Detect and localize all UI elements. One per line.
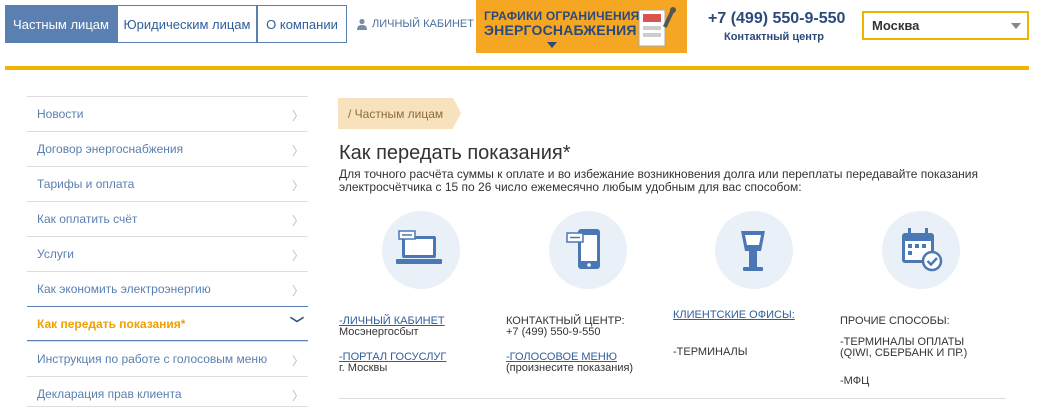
content-divider [339, 398, 1006, 399]
phone-number[interactable]: +7 (499) 550-9-550 [708, 10, 845, 28]
terminal-icon [715, 211, 793, 289]
chevron-down-icon: ﹀ [290, 316, 304, 332]
method-text: г. Москвы [339, 362, 388, 374]
chevron-right-icon: 〉 [291, 179, 304, 193]
method-text: Мосэнергосбыт [339, 326, 419, 338]
method-text: (произнесите показания) [506, 362, 634, 374]
chevron-right-icon: 〉 [291, 354, 304, 368]
sidebar-item-voice-menu-guide[interactable]: Инструкция по работе с голосовым меню 〉 [27, 341, 308, 376]
method-title: Прочие способы: [840, 315, 950, 327]
header-divider [5, 66, 1029, 70]
tab-private-persons[interactable]: Частным лицам [5, 5, 117, 43]
laptop-icon [382, 211, 460, 289]
intro-text: Для точного расчёта суммы к оплате и во … [339, 167, 978, 194]
banner-line-1: Графики ограничения [484, 9, 640, 23]
sidebar-item-label: Новости [37, 107, 84, 121]
sidebar-item-how-to-pay[interactable]: Как оплатить счёт 〉 [27, 201, 308, 236]
chevron-right-icon: 〉 [291, 144, 304, 158]
sidebar-item-label: Тарифы и оплата [37, 177, 135, 191]
sidebar-item-label: Инструкция по работе с голосовым меню [37, 352, 268, 366]
client-offices-link[interactable]: Клиентские офисы: [673, 309, 795, 321]
sidebar-item-label: Услуги [37, 247, 74, 261]
calendar-icon [882, 211, 960, 289]
sidebar-menu: Новости 〉 Договор энергоснабжения 〉 Тари… [27, 96, 308, 411]
sidebar-divider [27, 406, 308, 407]
sidebar-item-contract[interactable]: Договор энергоснабжения 〉 [27, 131, 308, 166]
method-text: (QIWI, СБЕРБАНК И ПР.) [840, 347, 968, 359]
outage-schedule-banner[interactable]: Графики ограничения энергоснабжения [476, 0, 687, 53]
sidebar-item-label: Как экономить электроэнергию [37, 282, 211, 296]
sidebar-item-tariffs[interactable]: Тарифы и оплата 〉 [27, 166, 308, 201]
chevron-right-icon: 〉 [291, 389, 304, 403]
banner-line-2: энергоснабжения [484, 22, 637, 38]
chevron-down-icon [1011, 23, 1021, 29]
sidebar-item-save-energy[interactable]: Как экономить электроэнергию 〉 [27, 271, 308, 306]
method-text: +7 (499) 550-9-550 [506, 326, 601, 338]
city-select[interactable]: Москва [862, 11, 1029, 40]
sidebar-item-services[interactable]: Услуги 〉 [27, 236, 308, 271]
chevron-right-icon: 〉 [291, 109, 304, 123]
switchboard-icon [638, 7, 676, 47]
sidebar-item-label: Как передать показания* [37, 316, 186, 331]
breadcrumb[interactable]: / Частным лицам [338, 98, 462, 129]
method-text: -Терминалы [673, 346, 748, 358]
sidebar-item-label: Договор энергоснабжения [37, 142, 184, 156]
banner-text: Графики ограничения энергоснабжения [484, 9, 639, 37]
chevron-down-icon [547, 42, 557, 48]
user-icon [357, 18, 367, 30]
personal-cabinet-link[interactable]: ЛИЧНЫЙ КАБИНЕТ [356, 18, 474, 30]
chevron-right-icon: 〉 [291, 214, 304, 228]
page-title: Как передать показания* [339, 142, 571, 164]
sidebar-item-submit-readings[interactable]: Как передать показания* ﹀ [27, 306, 308, 341]
site-header: Частным лицам Юридическим лицам О компан… [0, 0, 1038, 66]
tab-about-company[interactable]: О компании [257, 5, 347, 43]
contact-center-label: Контактный центр [724, 31, 824, 43]
tab-legal-entities[interactable]: Юридическим лицам [117, 5, 257, 43]
method-text: -МФЦ [840, 375, 870, 387]
personal-cabinet-label: ЛИЧНЫЙ КАБИНЕТ [372, 18, 474, 30]
city-select-value: Москва [872, 18, 920, 33]
sidebar-item-label: Как оплатить счёт [37, 212, 138, 226]
chevron-right-icon: 〉 [291, 249, 304, 263]
sidebar-item-label: Декларация прав клиента [37, 387, 182, 401]
chevron-right-icon: 〉 [291, 284, 304, 298]
phone-icon [549, 211, 627, 289]
sidebar-item-news[interactable]: Новости 〉 [27, 96, 308, 131]
